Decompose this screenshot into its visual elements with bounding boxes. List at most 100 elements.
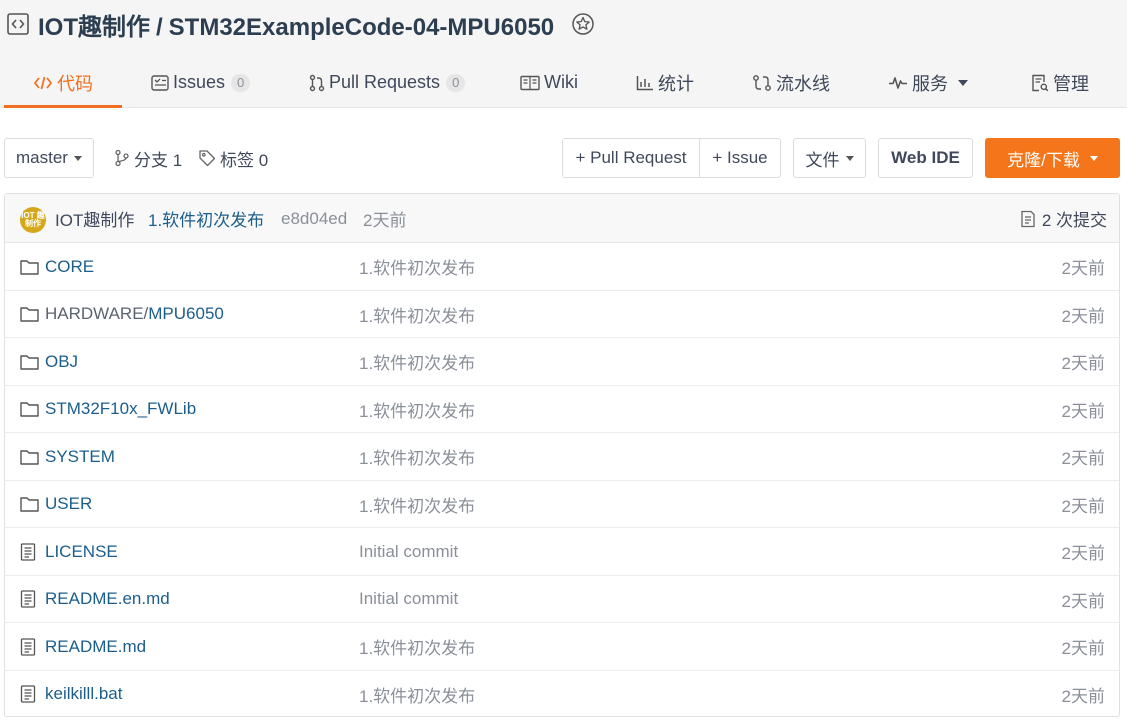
- latest-commit-bar: IOT 趣制作 IOT趣制作 1.软件初次发布 e8d04ed 2天前 2 次提…: [5, 194, 1119, 243]
- commit-author[interactable]: IOT趣制作: [55, 194, 134, 243]
- commit-time: 2天前: [363, 211, 407, 230]
- file-link[interactable]: keilkilll.bat: [45, 671, 122, 718]
- issues-count-badge: 0: [231, 73, 251, 92]
- title-row: IOT趣制作 / STM32ExampleCode-04-MPU6050: [6, 7, 596, 42]
- file-link[interactable]: README.en.md: [45, 576, 170, 623]
- folder-link[interactable]: STM32F10x_FWLib: [45, 386, 196, 433]
- tags-label: 标签 0: [220, 150, 269, 170]
- file-commit-time: 2天前: [1061, 259, 1105, 278]
- file-commit-message[interactable]: 1.软件初次发布: [359, 433, 475, 480]
- owner-link[interactable]: IOT趣制作: [38, 14, 150, 41]
- tab-issues[interactable]: Issues 0: [151, 57, 251, 108]
- file-commit-message[interactable]: 1.软件初次发布: [359, 671, 475, 718]
- branch-icon: [114, 149, 130, 167]
- page-title: IOT趣制作 / STM32ExampleCode-04-MPU6050: [38, 7, 554, 42]
- tab-label: 统计: [658, 73, 694, 94]
- file-row[interactable]: README.en.md Initial commit 2天前: [5, 576, 1119, 623]
- new-pull-request-label: + Pull Request: [575, 148, 687, 167]
- tags-link[interactable]: 标签 0: [198, 138, 268, 178]
- tab-code[interactable]: 代码: [4, 57, 122, 108]
- tab-stats[interactable]: 统计: [636, 57, 694, 108]
- commit-hash[interactable]: e8d04ed: [281, 194, 347, 243]
- tab-service[interactable]: 服务: [888, 57, 968, 108]
- file-name: README.md: [45, 636, 147, 656]
- file-commit-time: 2天前: [1061, 354, 1105, 373]
- file-name: SYSTEM: [45, 446, 115, 466]
- repo-name-link[interactable]: STM32ExampleCode-04-MPU6050: [169, 14, 554, 41]
- recommended-badge-icon[interactable]: [570, 11, 596, 37]
- file-row[interactable]: HARDWARE/MPU6050 1.软件初次发布 2天前: [5, 291, 1119, 338]
- file-row[interactable]: LICENSE Initial commit 2天前: [5, 528, 1119, 576]
- pull-request-icon: [309, 74, 325, 92]
- commit-message[interactable]: 1.软件初次发布: [148, 194, 264, 243]
- new-issue-label: + Issue: [712, 148, 768, 167]
- file-commit-message[interactable]: 1.软件初次发布: [359, 386, 475, 433]
- file-row[interactable]: OBJ 1.软件初次发布 2天前: [5, 338, 1119, 386]
- tab-label: Pull Requests: [329, 72, 441, 92]
- file-browser: IOT 趣制作 IOT趣制作 1.软件初次发布 e8d04ed 2天前 2 次提…: [4, 193, 1120, 717]
- file-commit-message[interactable]: 1.软件初次发布: [359, 291, 475, 338]
- manage-icon: [1031, 74, 1049, 92]
- folder-link[interactable]: SYSTEM: [45, 433, 115, 480]
- file-commit-message[interactable]: Initial commit: [359, 576, 458, 623]
- file-row[interactable]: STM32F10x_FWLib 1.软件初次发布 2天前: [5, 386, 1119, 433]
- file-name: USER: [45, 494, 93, 513]
- folder-icon: [20, 291, 39, 338]
- chevron-down-icon: [958, 79, 968, 86]
- code-icon: [33, 74, 53, 92]
- tab-pipeline[interactable]: 流水线: [752, 57, 830, 108]
- web-ide-label: Web IDE: [891, 148, 960, 167]
- repo-toolbar: master 分支 1 标签 0 + Pull Request + Issue …: [0, 138, 1127, 180]
- file-commit-time: 2天前: [1061, 591, 1105, 611]
- chevron-down-icon: [845, 155, 854, 161]
- path-prefix[interactable]: HARDWARE/: [45, 304, 148, 324]
- branch-select[interactable]: master: [4, 138, 94, 178]
- folder-link[interactable]: CORE: [45, 243, 94, 290]
- file-row[interactable]: USER 1.软件初次发布 2天前: [5, 481, 1119, 528]
- file-name: MPU6050: [148, 304, 224, 323]
- folder-link[interactable]: HARDWARE/MPU6050: [45, 291, 224, 338]
- file-commit-time: 2天前: [1061, 639, 1105, 658]
- folder-icon: [20, 386, 39, 433]
- new-issue-button[interactable]: + Issue: [699, 138, 781, 178]
- file-row[interactable]: README.md 1.软件初次发布 2天前: [5, 623, 1119, 671]
- pipeline-icon: [752, 74, 772, 92]
- file-menu-button[interactable]: 文件: [793, 138, 866, 178]
- file-list: CORE 1.软件初次发布 2天前 HARDWARE/MPU6050 1.软件初次发布 2…: [5, 243, 1119, 718]
- author-avatar[interactable]: IOT 趣制作: [20, 207, 46, 233]
- commit-count-link[interactable]: 2 次提交: [1020, 194, 1107, 243]
- file-commit-message[interactable]: 1.软件初次发布: [359, 338, 475, 385]
- new-pull-request-button[interactable]: + Pull Request: [562, 138, 700, 178]
- folder-icon: [20, 243, 39, 290]
- file-name: STM32F10x_FWLib: [45, 399, 197, 418]
- tab-manage[interactable]: 管理: [1031, 57, 1089, 108]
- clone-download-button[interactable]: 克隆/下载: [985, 138, 1120, 178]
- file-row[interactable]: CORE 1.软件初次发布 2天前: [5, 243, 1119, 291]
- file-commit-time: 2天前: [1061, 306, 1105, 326]
- folder-icon: [20, 481, 39, 528]
- file-commit-message[interactable]: 1.软件初次发布: [359, 481, 475, 528]
- avatar-text: IOT 趣制作: [21, 211, 45, 228]
- file-commit-message[interactable]: 1.软件初次发布: [359, 623, 475, 670]
- commit-count-label: 2 次提交: [1041, 211, 1107, 230]
- file-commit-message[interactable]: Initial commit: [359, 528, 458, 575]
- file-link[interactable]: README.md: [45, 623, 146, 670]
- tab-pull-requests[interactable]: Pull Requests 0: [309, 57, 466, 108]
- file-icon: [20, 671, 36, 718]
- branches-link[interactable]: 分支 1: [114, 138, 182, 178]
- service-icon: [888, 75, 908, 91]
- file-link[interactable]: LICENSE: [45, 528, 118, 575]
- file-commit-message[interactable]: 1.软件初次发布: [359, 243, 475, 290]
- folder-link[interactable]: USER: [45, 481, 92, 528]
- web-ide-button[interactable]: Web IDE: [878, 138, 973, 178]
- clone-download-label: 克隆/下载: [1007, 150, 1080, 170]
- folder-link[interactable]: OBJ: [45, 338, 78, 385]
- folder-icon: [20, 338, 39, 385]
- file-row[interactable]: SYSTEM 1.软件初次发布 2天前: [5, 433, 1119, 481]
- file-commit-time: 2天前: [1061, 496, 1105, 516]
- file-row[interactable]: keilkilll.bat 1.软件初次发布 2天前: [5, 671, 1119, 719]
- tag-icon: [198, 149, 216, 167]
- tab-label: 代码: [57, 73, 93, 94]
- tab-wiki[interactable]: Wiki: [520, 57, 578, 108]
- tab-label: 流水线: [776, 73, 830, 94]
